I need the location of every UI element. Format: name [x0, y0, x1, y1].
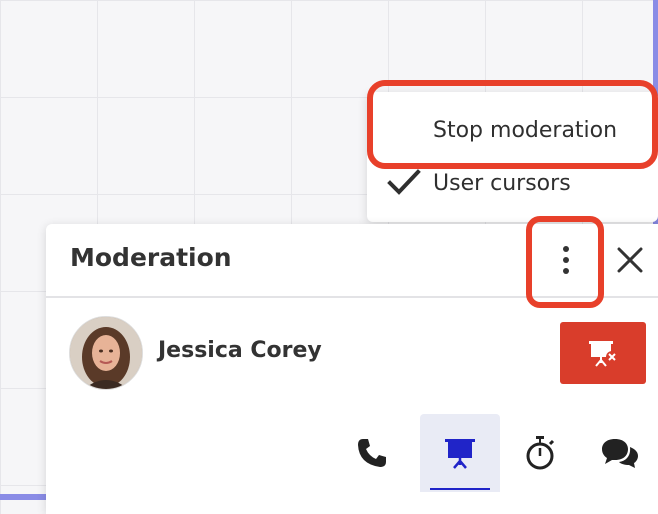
- moderation-panel: Moderation Jessica Corey: [46, 224, 658, 514]
- avatar: [69, 316, 143, 390]
- panel-title: Moderation: [70, 243, 232, 272]
- vertical-ellipsis-icon: [563, 246, 569, 274]
- chat-icon: [602, 439, 638, 468]
- stopwatch-icon: [526, 436, 555, 470]
- menu-item-stop-moderation[interactable]: Stop moderation: [367, 108, 658, 152]
- check-icon: [387, 169, 421, 195]
- close-icon: [617, 247, 643, 273]
- call-button[interactable]: [332, 414, 412, 492]
- phone-icon: [358, 439, 386, 467]
- close-button[interactable]: [612, 242, 648, 278]
- options-menu: Stop moderation User cursors: [367, 92, 658, 222]
- stop-presentation-icon: [589, 341, 618, 367]
- menu-item-user-cursors[interactable]: User cursors: [367, 161, 658, 205]
- menu-item-label: Stop moderation: [433, 117, 618, 143]
- presentation-button[interactable]: [420, 414, 500, 492]
- panel-toolbar: [46, 414, 658, 494]
- presentation-icon: [445, 439, 475, 469]
- panel-header: Moderation: [46, 224, 658, 298]
- more-options-button[interactable]: [544, 236, 588, 284]
- user-name: Jessica Corey: [158, 338, 322, 363]
- timer-button[interactable]: [500, 414, 580, 492]
- stop-presentation-button[interactable]: [560, 322, 646, 384]
- menu-item-label: User cursors: [433, 170, 571, 196]
- chat-button[interactable]: [580, 414, 658, 492]
- user-row: Jessica Corey: [46, 316, 658, 390]
